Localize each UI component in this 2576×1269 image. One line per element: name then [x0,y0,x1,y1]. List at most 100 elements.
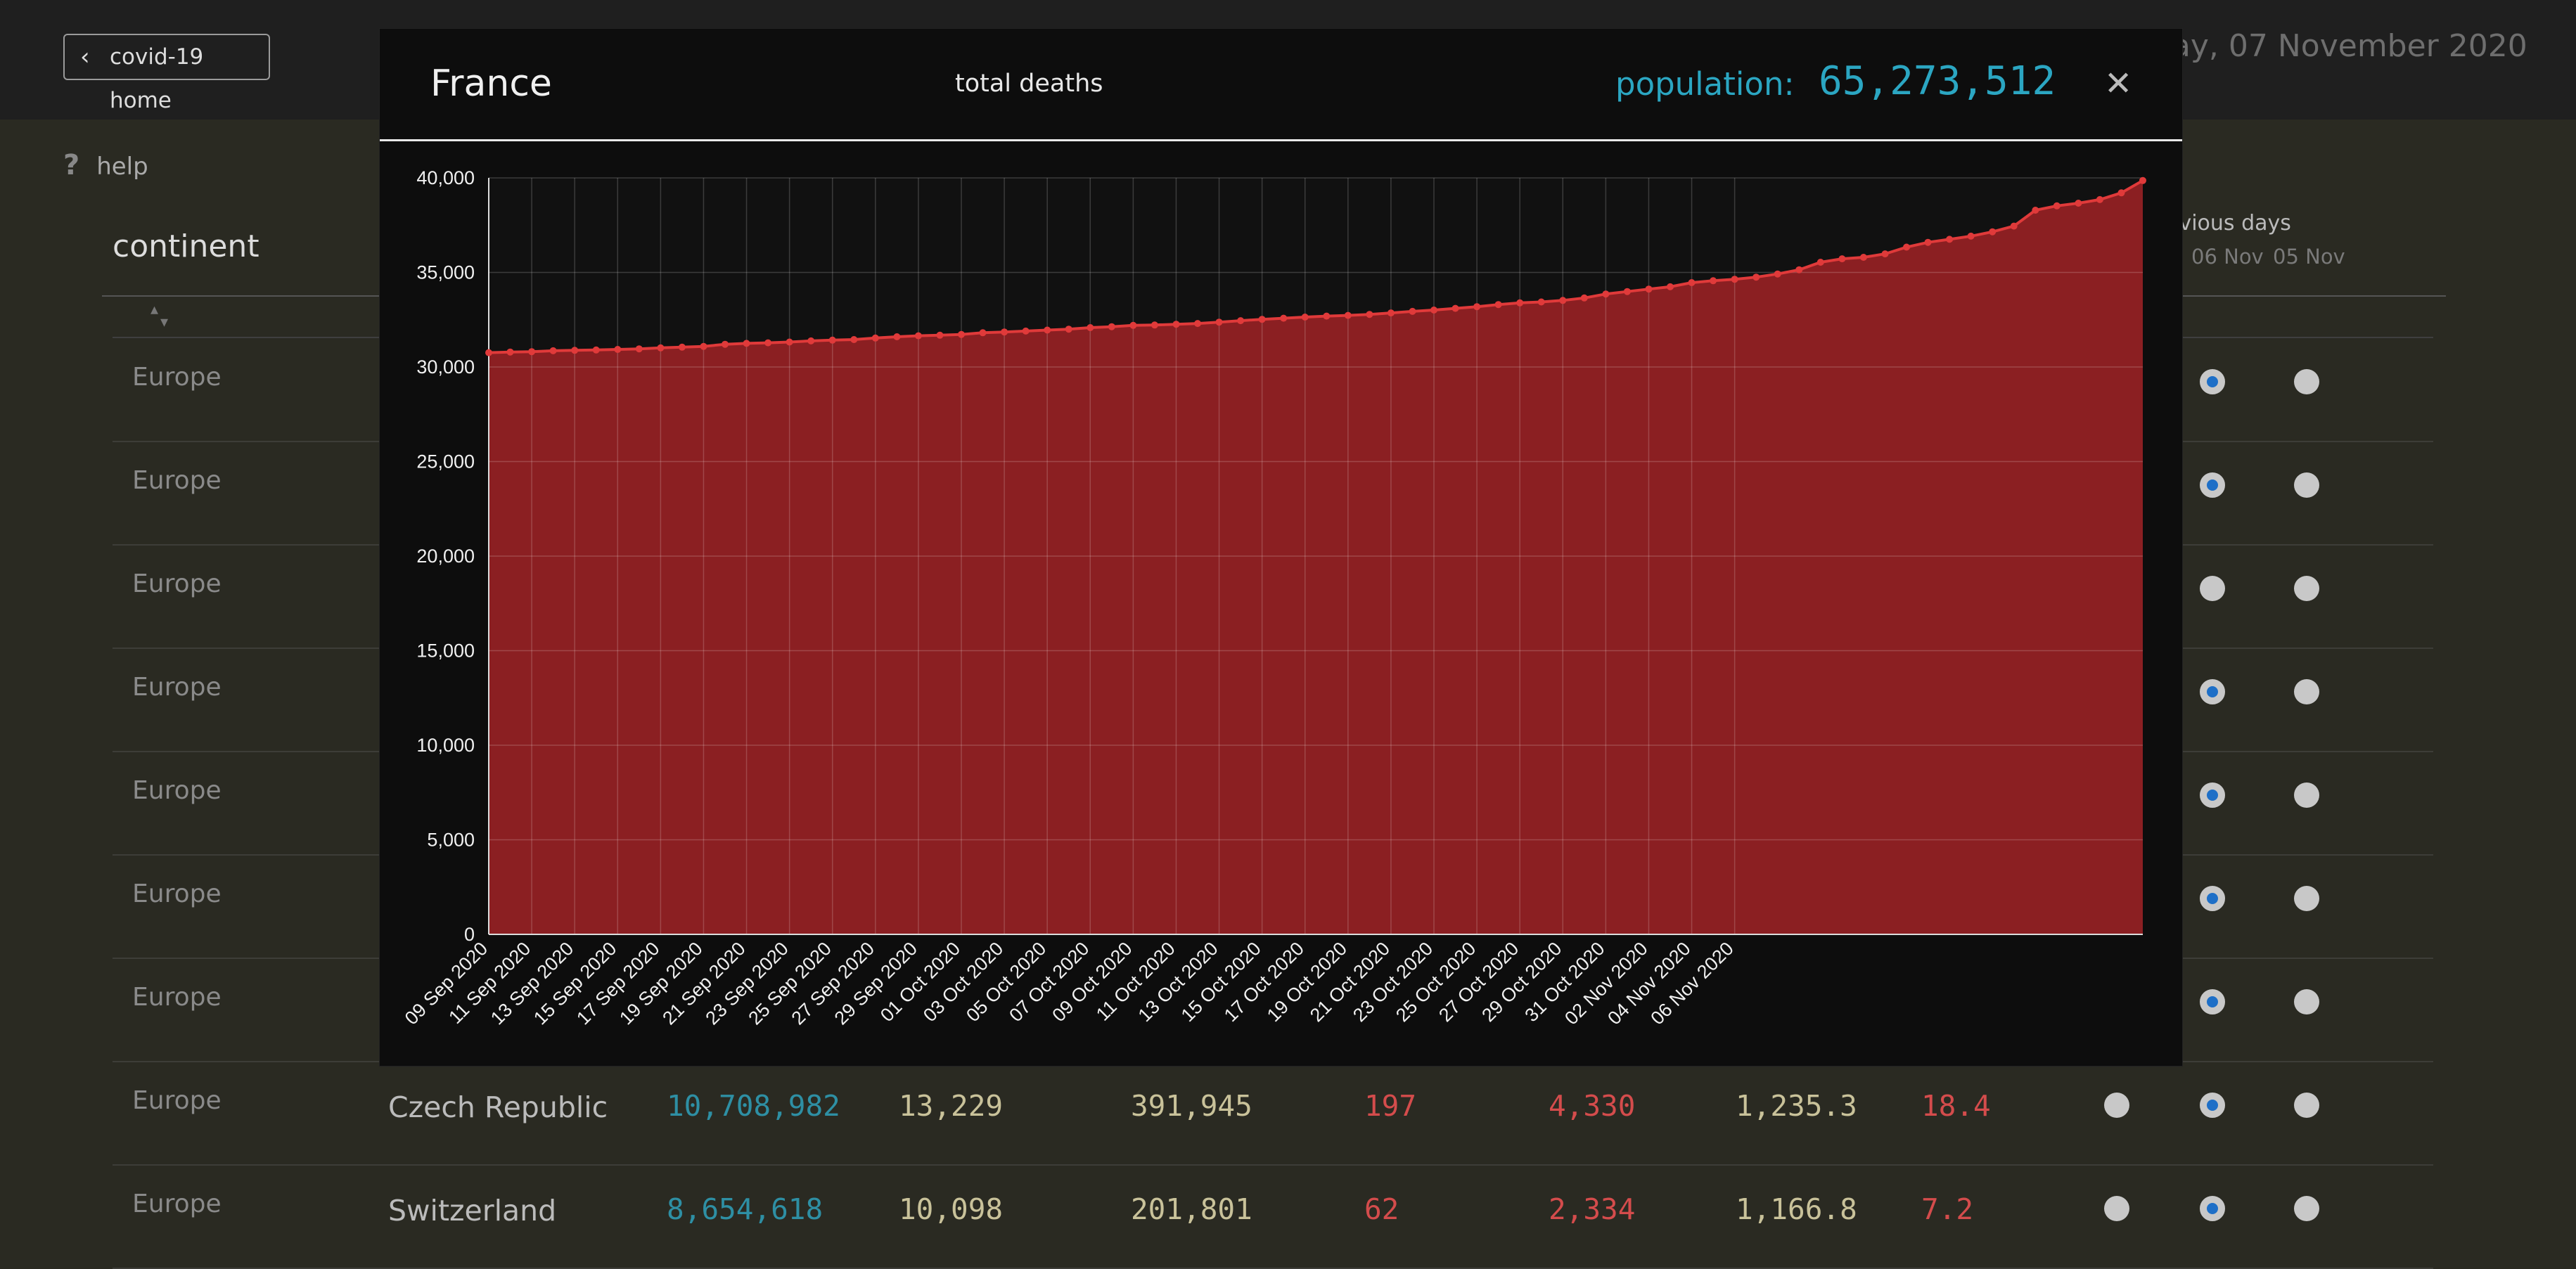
day-radio[interactable] [2200,472,2225,498]
data-point [1258,316,1266,323]
day-radio[interactable] [2294,886,2319,911]
data-point [635,345,643,353]
data-point [1452,304,1459,312]
data-point [1323,312,1331,320]
data-point [893,333,901,340]
data-point [1215,318,1223,326]
y-tick-label: 5,000 [427,830,475,851]
continent-cell: Europe [132,363,222,392]
data-point [958,330,965,338]
data-point [1108,323,1115,330]
day-radio[interactable] [2294,1093,2319,1118]
help-link[interactable]: ? help [63,149,148,181]
day-radio[interactable] [2200,1196,2225,1221]
data-point [1044,326,1051,334]
data-point [1387,309,1395,317]
y-tick-label: 25,000 [416,451,475,472]
population-label: population: [1615,65,1795,103]
data-point [979,329,987,337]
data-point [1903,243,1910,251]
value-cell: 13,229 [899,1089,1004,1123]
data-point [1237,317,1245,325]
continent-header[interactable]: continent [113,228,259,264]
data-point [1967,232,1975,240]
table-row[interactable]: Europe Czech Republic 10,708,982 13,229 391,… [113,1061,2433,1166]
day-radio[interactable] [2294,472,2319,498]
data-point [1430,307,1437,314]
table-row[interactable]: Europe Switzerland 8,654,618 10,098 201,801 6… [113,1164,2433,1269]
data-point [1172,321,1180,328]
data-point [871,334,879,342]
day-radio[interactable] [2294,369,2319,394]
data-point [1667,283,1674,290]
value-cell: 7.2 [1921,1192,1974,1226]
data-point [828,336,836,344]
data-point [528,348,536,356]
modal-header: France total deaths population: 65,273,5… [380,29,2182,141]
data-point [1065,326,1072,333]
y-tick-label: 10,000 [416,735,475,756]
data-point [1129,321,1137,329]
day-radio[interactable] [2294,679,2319,704]
data-point [1151,321,1158,329]
data-point [1710,277,1717,285]
data-point [1280,314,1288,322]
data-point [1494,301,1502,309]
y-tick-label: 35,000 [416,262,475,283]
data-point [700,342,707,350]
data-point [2010,222,2018,230]
value-cell: 62 [1364,1192,1399,1226]
day-radio[interactable] [2104,1093,2129,1118]
data-point [936,331,944,339]
help-label: help [96,153,148,181]
day-radio[interactable] [2200,989,2225,1014]
data-point [614,346,622,353]
population-value: 65,273,512 [1819,58,2056,104]
day-label: 06 Nov [2191,245,2264,269]
day-radio[interactable] [2200,886,2225,911]
close-icon[interactable]: ✕ [2104,64,2132,103]
day-radio[interactable] [2294,1196,2319,1221]
y-tick-label: 30,000 [416,356,475,378]
data-point [1645,285,1653,293]
value-cell: 10,098 [899,1192,1004,1226]
continent-cell: Europe [132,776,222,805]
data-point [1881,250,1889,258]
data-point [1838,255,1846,263]
data-point [1301,314,1309,321]
data-point [786,338,793,346]
data-point [1774,270,1781,278]
day-radio[interactable] [2294,989,2319,1014]
y-tick-label: 40,000 [416,167,475,188]
data-point [1989,228,1997,236]
data-point [1816,259,1824,266]
country-cell: Switzerland [388,1194,557,1228]
data-point [1602,290,1610,298]
day-radio[interactable] [2200,1093,2225,1118]
data-point [1516,299,1524,307]
value-cell: 1,166.8 [1736,1192,1857,1226]
data-point [807,337,815,344]
population-cell: 10,708,982 [667,1089,840,1123]
day-radio[interactable] [2294,576,2319,601]
day-radio[interactable] [2294,782,2319,808]
data-point [1559,297,1567,304]
home-button[interactable]: ‹ covid-19 home [63,34,270,113]
continent-cell: Europe [132,880,222,908]
day-radio[interactable] [2104,1196,2129,1221]
data-point [1409,307,1416,315]
previous-days-header: evious days [2166,211,2291,236]
sort-icon[interactable]: ▴ ▾ [150,302,168,330]
day-radio[interactable] [2200,679,2225,704]
data-point [1580,294,1588,302]
data-point [1924,238,1932,246]
day-radio[interactable] [2200,576,2225,601]
data-point [592,346,600,354]
data-point [850,336,858,343]
day-radio[interactable] [2200,782,2225,808]
chevron-left-icon: ‹ [80,43,90,71]
day-radio[interactable] [2200,369,2225,394]
value-cell: 18.4 [1921,1089,1991,1123]
value-cell: 2,334 [1549,1192,1636,1226]
data-point [485,349,492,356]
